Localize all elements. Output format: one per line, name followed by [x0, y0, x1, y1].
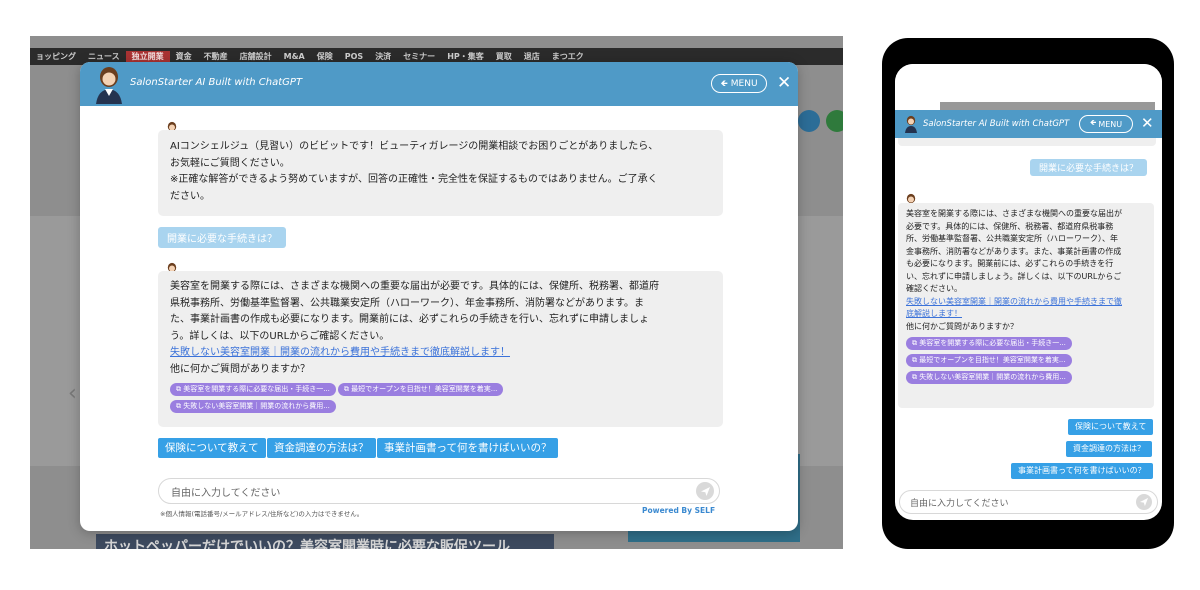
previous-bubble-edge — [898, 138, 1156, 146]
answer-line: 県税事務所、労働基準監督署、公共職業安定所（ハローワーク）、年金事務所、消防署な… — [170, 297, 644, 309]
line-icon[interactable] — [826, 110, 843, 132]
mobile-screen: SalonStarter AI Built with ChatGPT 🡸 MEN… — [895, 64, 1162, 520]
chat-modal: SalonStarter AI Built with ChatGPT 🡸 MEN… — [80, 62, 798, 531]
nav-item[interactable]: M&A — [278, 52, 311, 61]
nav-item[interactable]: ョッピング — [30, 51, 82, 62]
background-page-strip — [940, 102, 1155, 110]
back-arrow-icon: 🡸 — [720, 78, 728, 89]
answer-line: 美容室を開業する際には、さまざまな機関への重要な届出が必要です。具体的には、保健… — [170, 281, 659, 292]
nav-item[interactable]: 店舗設計 — [234, 51, 278, 62]
twitter-icon[interactable] — [798, 110, 820, 132]
answer-line: 所、労働基準監督署、公共職業安定所（ハローワーク）、年 — [906, 234, 1118, 243]
send-icon — [700, 486, 710, 496]
powered-by[interactable]: Powered By SELF — [642, 506, 715, 515]
ref-links: ⧉ 美容室を開業する際に必要な届出・手続き一... ⧉ 最短でオープンを目指せ！… — [906, 337, 1146, 387]
chat-title: SalonStarter AI Built with ChatGPT — [923, 119, 1070, 129]
menu-label: MENU — [730, 78, 758, 89]
nav-item-active[interactable]: 独立開業 — [125, 51, 170, 62]
nav-item[interactable]: 決済 — [369, 51, 397, 62]
answer-line: う。詳しくは、以下のURLからご確認ください。 — [170, 330, 390, 342]
avatar-icon — [96, 67, 122, 104]
user-message: 開業に必要な手続きは？ — [158, 227, 286, 248]
close-icon[interactable]: ✕ — [777, 73, 791, 93]
answer-link[interactable]: 失敗しない美容室開業｜開業の流れから費用や手続きまで徹底解説します！ — [170, 347, 510, 358]
answer-line: た、事業計画書の作成も必要になります。開業前には、必ずこれらの手続きを行い、忘れ… — [170, 314, 649, 325]
nav-item[interactable]: 資金 — [170, 51, 198, 62]
nav-item[interactable]: 退店 — [518, 51, 546, 62]
ref-links: ⧉ 美容室を開業する際に必要な届出・手続き一... ⧉ 最短でオープンを目指せ！美… — [170, 382, 711, 416]
menu-button[interactable]: 🡸 MENU — [1079, 115, 1133, 133]
chat-title: SalonStarter AI Built with ChatGPT — [130, 77, 303, 88]
input-placeholder: 自由に入力してください — [910, 499, 1009, 509]
answer-line: い、忘れずに申請しましょう。詳しくは、以下のURLからご — [906, 271, 1122, 281]
bot-answer-bubble: 美容室を開業する際には、さまざまな機関への重要な届出が 必要です。具体的には、保… — [898, 203, 1154, 408]
mobile-frame: SalonStarter AI Built with ChatGPT 🡸 MEN… — [882, 38, 1174, 549]
answer-line: も必要になります。開業前には、必ずこれらの手続きを行 — [906, 259, 1114, 268]
menu-button[interactable]: 🡸 MENU — [711, 74, 767, 93]
mobile-page-top — [895, 64, 1162, 110]
suggestion-button[interactable]: 保険について教えて — [158, 438, 266, 458]
nav-item[interactable]: 不動産 — [198, 51, 234, 62]
bot-answer-bubble: 美容室を開業する際には、さまざまな機関への重要な届出が必要です。具体的には、保健… — [158, 271, 723, 427]
chat-header: SalonStarter AI Built with ChatGPT 🡸 MEN… — [895, 110, 1162, 138]
answer-link[interactable]: 底解説します！ — [906, 309, 962, 318]
greeting-line: AIコンシェルジュ（見習い）のビビットです！ビューティガレージの開業相談でお困り… — [170, 141, 659, 152]
greeting-line: ださい。 — [170, 190, 210, 202]
input-placeholder: 自由に入力してください — [171, 488, 281, 499]
suggestion-button[interactable]: 資金調達の方法は？ — [267, 438, 376, 458]
suggestion-button[interactable]: 資金調達の方法は？ — [1066, 441, 1152, 457]
send-icon — [1139, 497, 1149, 507]
send-icon[interactable] — [1136, 494, 1152, 510]
chat-input[interactable]: 自由に入力してください — [158, 478, 720, 504]
close-icon[interactable]: ✕ — [1141, 114, 1154, 132]
nav-item[interactable]: HP・集客 — [441, 51, 490, 62]
nav-item[interactable]: 買取 — [490, 51, 518, 62]
background-article-title: ホットペッパーだけでいいの？美容室開業時に必要な販促ツール — [96, 534, 554, 549]
answer-followup: 他に何かご質問がありますか？ — [170, 363, 310, 375]
chat-header: SalonStarter AI Built with ChatGPT 🡸 MEN… — [80, 62, 798, 106]
ref-link[interactable]: ⧉ 失敗しない美容室開業｜開業の流れから費用... — [170, 400, 336, 413]
greeting-line: ※正確な解答ができるよう努めていますが、回答の正確性・完全性を保証するものではあ… — [170, 174, 658, 185]
menu-label: MENU — [1098, 119, 1123, 129]
back-arrow-icon: 🡸 — [1089, 118, 1097, 127]
answer-followup: 他に何かご質問がありますか？ — [906, 321, 1018, 331]
ref-link[interactable]: ⧉ 失敗しない美容室開業｜開業の流れから費用... — [906, 371, 1072, 384]
ref-link[interactable]: ⧉ 最短でオープンを目指せ！美容室開業を着実... — [906, 354, 1072, 367]
bot-greeting-bubble: AIコンシェルジュ（見習い）のビビットです！ビューティガレージの開業相談でお困り… — [158, 130, 723, 216]
user-message: 開業に必要な手続きは？ — [1030, 159, 1148, 176]
chat-input[interactable]: 自由に入力してください — [899, 490, 1158, 514]
ref-link[interactable]: ⧉ 美容室を開業する際に必要な届出・手続き一... — [906, 337, 1072, 350]
ref-link[interactable]: ⧉ 最短でオープンを目指せ！美容室開業を着実... — [337, 383, 504, 396]
greeting-line: お気軽にご質問ください。 — [170, 157, 290, 169]
answer-line: 美容室を開業する際には、さまざまな機関への重要な届出が — [906, 209, 1122, 218]
nav-item[interactable]: 保険 — [311, 51, 339, 62]
answer-line: 必要です。具体的には、保健所、税務署、都道府県税事務 — [906, 221, 1114, 231]
answer-line: 金事務所、消防署などがあります。また、事業計画書の作成 — [906, 246, 1122, 256]
send-icon[interactable] — [696, 482, 714, 500]
suggestion-button[interactable]: 事業計画書って何を書けばいいの？ — [1011, 463, 1153, 479]
answer-link[interactable]: 失敗しない美容室開業｜開業の流れから費用や手続きまで徹 — [906, 297, 1122, 306]
suggestion-button[interactable]: 事業計画書って何を書けばいいの？ — [377, 438, 559, 458]
privacy-disclaimer: ※個人情報(電話番号/メールアドレス/住所など)の入力はできません。 — [160, 510, 364, 518]
answer-line: 確認ください。 — [906, 284, 962, 293]
nav-item[interactable]: POS — [339, 52, 369, 61]
nav-item[interactable]: ニュース — [82, 51, 126, 62]
nav-item[interactable]: まつエク — [546, 51, 590, 62]
carousel-prev-icon[interactable]: ‹ — [68, 381, 77, 406]
avatar-icon — [905, 115, 917, 133]
ref-link[interactable]: ⧉ 美容室を開業する際に必要な届出・手続き一... — [170, 383, 336, 396]
suggestion-button[interactable]: 保険について教えて — [1068, 419, 1154, 435]
nav-item[interactable]: セミナー — [397, 51, 441, 62]
